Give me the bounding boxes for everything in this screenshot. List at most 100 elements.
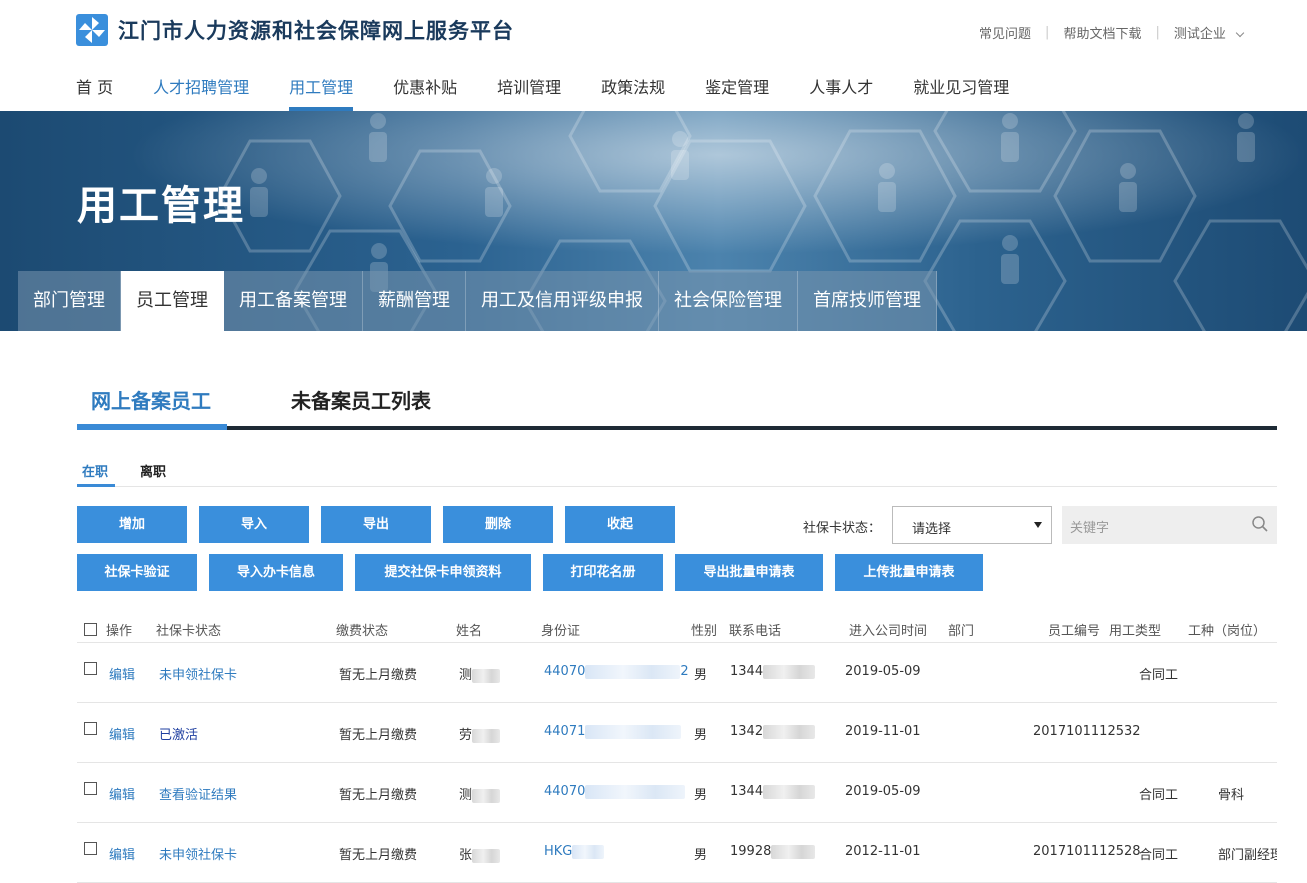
nav-item-internship[interactable]: 就业见习管理 xyxy=(913,60,1009,111)
export-batch-form-button[interactable]: 导出批量申请表 xyxy=(675,554,823,591)
keyword-placeholder: 关键字 xyxy=(1070,521,1110,536)
employee-name: 劳 xyxy=(459,724,501,743)
employment-type: 合同工 xyxy=(1139,848,1179,863)
collapse-button[interactable]: 收起 xyxy=(565,506,675,543)
search-icon[interactable] xyxy=(1251,515,1269,533)
edit-link[interactable]: 编辑 xyxy=(109,724,135,743)
nav-item-employment[interactable]: 用工管理 xyxy=(289,60,354,111)
table-row: 编辑 已激活 暂无上月缴费 劳 44071 男 1342 2019-11-01 … xyxy=(77,703,1277,763)
card-verify-button[interactable]: 社保卡验证 xyxy=(77,554,197,591)
divider: | xyxy=(1045,25,1050,40)
edit-link[interactable]: 编辑 xyxy=(109,784,135,803)
employment-type: 合同工 xyxy=(1139,668,1179,683)
join-date: 2012-11-01 xyxy=(845,844,921,859)
col-action: 操作 xyxy=(106,624,133,639)
col-department: 部门 xyxy=(948,624,975,639)
row-checkbox[interactable] xyxy=(84,662,97,675)
card-status-link[interactable]: 未申领社保卡 xyxy=(159,844,237,863)
tab-in-service[interactable]: 在职 xyxy=(82,461,108,480)
select-all-checkbox[interactable] xyxy=(84,623,97,636)
card-status-link[interactable]: 未申领社保卡 xyxy=(159,664,237,683)
row-checkbox[interactable] xyxy=(84,842,97,855)
edit-link[interactable]: 编辑 xyxy=(109,844,135,863)
col-job-position: 工种（岗位） xyxy=(1188,624,1267,639)
card-status-link[interactable]: 查看验证结果 xyxy=(159,784,237,803)
nav-item-recruitment[interactable]: 人才招聘管理 xyxy=(153,60,249,111)
card-status-select[interactable]: 请选择 xyxy=(892,506,1052,544)
sub-tab-social-insurance[interactable]: 社会保险管理 xyxy=(659,271,798,331)
delete-button[interactable]: 删除 xyxy=(443,506,553,543)
sub-tab-employee[interactable]: 员工管理 xyxy=(121,271,224,331)
sub-tab-credit-rating[interactable]: 用工及信用评级申报 xyxy=(466,271,659,331)
nav-item-appraisal[interactable]: 鉴定管理 xyxy=(705,60,769,111)
divider: | xyxy=(1155,25,1160,40)
row-checkbox[interactable] xyxy=(84,782,97,795)
col-card-status: 社保卡状态 xyxy=(156,624,222,639)
top-links: 常见问题 | 帮助文档下载 | 测试企业 xyxy=(979,23,1245,42)
pay-status: 暂无上月缴费 xyxy=(339,788,418,803)
caret-down-icon xyxy=(1034,522,1042,528)
import-card-info-button[interactable]: 导入办卡信息 xyxy=(209,554,343,591)
card-status-link[interactable]: 已激活 xyxy=(159,724,198,743)
account-name: 测试企业 xyxy=(1173,27,1226,42)
help-download-link[interactable]: 帮助文档下载 xyxy=(1063,23,1141,42)
nav-item-home[interactable]: 首 页 xyxy=(76,60,113,111)
phone: 1344 xyxy=(730,784,816,799)
job-position: 骨科 xyxy=(1218,788,1245,803)
sub-tab-salary[interactable]: 薪酬管理 xyxy=(363,271,466,331)
tab-divider xyxy=(227,426,1277,430)
join-date: 2019-05-09 xyxy=(845,664,921,679)
sub-tab-chief-technician[interactable]: 首席技师管理 xyxy=(798,271,937,331)
id-card-link[interactable]: HKG xyxy=(544,844,605,859)
join-date: 2019-05-09 xyxy=(845,784,921,799)
tab-resigned[interactable]: 离职 xyxy=(140,461,166,480)
id-card-link[interactable]: 44070 xyxy=(544,784,686,799)
tab-online-filed-employees[interactable]: 网上备案员工 xyxy=(91,385,211,414)
add-button[interactable]: 增加 xyxy=(77,506,187,543)
pay-status: 暂无上月缴费 xyxy=(339,848,418,863)
employee-name: 张 xyxy=(459,844,501,863)
employee-no: 2017101112528 xyxy=(1033,844,1141,859)
print-roster-button[interactable]: 打印花名册 xyxy=(543,554,663,591)
sub-nav: 部门管理 员工管理 用工备案管理 薪酬管理 用工及信用评级申报 社会保险管理 首… xyxy=(18,271,937,331)
phone: 19928 xyxy=(730,844,816,859)
upload-batch-form-button[interactable]: 上传批量申请表 xyxy=(835,554,983,591)
site-title[interactable]: 江门市人力资源和社会保障网上服务平台 xyxy=(118,15,514,45)
account-menu[interactable]: 测试企业 xyxy=(1173,23,1245,42)
pay-status: 暂无上月缴费 xyxy=(339,668,418,683)
content-tabs: 网上备案员工 未备案员工列表 xyxy=(77,368,1277,432)
banner-title: 用工管理 xyxy=(77,183,245,229)
keyword-search-input[interactable]: 关键字 xyxy=(1062,506,1277,544)
row-checkbox[interactable] xyxy=(84,722,97,735)
tab-active-indicator xyxy=(77,424,227,430)
pay-status: 暂无上月缴费 xyxy=(339,728,418,743)
id-card-link[interactable]: 44071 xyxy=(544,724,682,739)
chevron-down-icon xyxy=(1235,28,1245,38)
gender: 男 xyxy=(694,668,708,683)
col-id-card: 身份证 xyxy=(541,624,581,639)
faq-link[interactable]: 常见问题 xyxy=(979,23,1031,42)
tab-unfiled-employees[interactable]: 未备案员工列表 xyxy=(291,385,431,414)
nav-item-subsidy[interactable]: 优惠补贴 xyxy=(393,60,457,111)
status-tab-indicator xyxy=(77,484,115,487)
nav-item-personnel[interactable]: 人事人才 xyxy=(809,60,873,111)
sub-tab-filing[interactable]: 用工备案管理 xyxy=(224,271,363,331)
card-status-label: 社保卡状态： xyxy=(803,521,882,536)
col-join-date: 进入公司时间 xyxy=(849,624,928,639)
export-button[interactable]: 导出 xyxy=(321,506,431,543)
col-pay-status: 缴费状态 xyxy=(336,624,389,639)
join-date: 2019-11-01 xyxy=(845,724,921,739)
col-employee-no: 员工编号 xyxy=(1048,624,1101,639)
id-card-link[interactable]: 44070 2 xyxy=(544,664,689,679)
banner: 用工管理 部门管理 员工管理 用工备案管理 薪酬管理 用工及信用评级申报 社会保… xyxy=(0,111,1307,331)
nav-item-policy[interactable]: 政策法规 xyxy=(601,60,665,111)
submit-card-application-button[interactable]: 提交社保卡申领资料 xyxy=(355,554,531,591)
nav-item-training[interactable]: 培训管理 xyxy=(497,60,561,111)
sub-tab-department[interactable]: 部门管理 xyxy=(18,271,121,331)
col-employment-type: 用工类型 xyxy=(1109,624,1162,639)
edit-link[interactable]: 编辑 xyxy=(109,664,135,683)
gender: 男 xyxy=(694,728,708,743)
top-header: 江门市人力资源和社会保障网上服务平台 常见问题 | 帮助文档下载 | 测试企业 xyxy=(0,0,1307,60)
phone: 1342 xyxy=(730,724,816,739)
import-button[interactable]: 导入 xyxy=(199,506,309,543)
